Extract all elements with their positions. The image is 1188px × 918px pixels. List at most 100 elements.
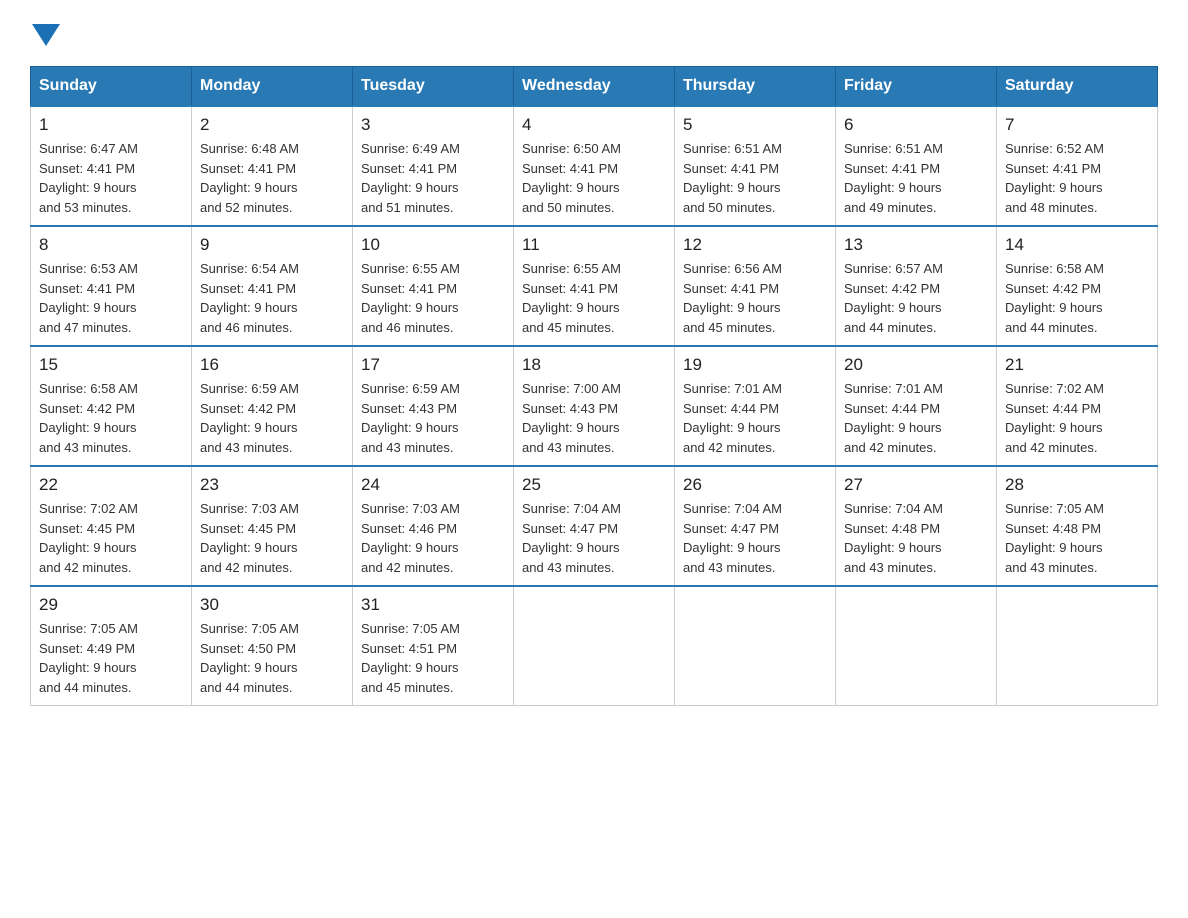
day-info: Sunrise: 7:05 AMSunset: 4:51 PMDaylight:… [361, 619, 505, 697]
day-number: 21 [1005, 355, 1149, 375]
calendar-cell: 10 Sunrise: 6:55 AMSunset: 4:41 PMDaylig… [353, 226, 514, 346]
day-number: 5 [683, 115, 827, 135]
day-info: Sunrise: 6:52 AMSunset: 4:41 PMDaylight:… [1005, 139, 1149, 217]
day-info: Sunrise: 6:56 AMSunset: 4:41 PMDaylight:… [683, 259, 827, 337]
header-cell-monday: Monday [192, 67, 353, 107]
day-info: Sunrise: 6:49 AMSunset: 4:41 PMDaylight:… [361, 139, 505, 217]
day-number: 13 [844, 235, 988, 255]
calendar-cell: 5 Sunrise: 6:51 AMSunset: 4:41 PMDayligh… [675, 106, 836, 226]
day-number: 17 [361, 355, 505, 375]
calendar-week-row: 15 Sunrise: 6:58 AMSunset: 4:42 PMDaylig… [31, 346, 1158, 466]
day-number: 14 [1005, 235, 1149, 255]
calendar-cell: 21 Sunrise: 7:02 AMSunset: 4:44 PMDaylig… [997, 346, 1158, 466]
calendar-cell: 18 Sunrise: 7:00 AMSunset: 4:43 PMDaylig… [514, 346, 675, 466]
day-info: Sunrise: 6:54 AMSunset: 4:41 PMDaylight:… [200, 259, 344, 337]
logo [30, 20, 60, 46]
header-cell-wednesday: Wednesday [514, 67, 675, 107]
day-info: Sunrise: 6:50 AMSunset: 4:41 PMDaylight:… [522, 139, 666, 217]
day-number: 1 [39, 115, 183, 135]
day-number: 2 [200, 115, 344, 135]
day-number: 18 [522, 355, 666, 375]
day-number: 10 [361, 235, 505, 255]
day-number: 23 [200, 475, 344, 495]
calendar-cell: 11 Sunrise: 6:55 AMSunset: 4:41 PMDaylig… [514, 226, 675, 346]
calendar-cell: 3 Sunrise: 6:49 AMSunset: 4:41 PMDayligh… [353, 106, 514, 226]
calendar-cell: 25 Sunrise: 7:04 AMSunset: 4:47 PMDaylig… [514, 466, 675, 586]
day-number: 26 [683, 475, 827, 495]
day-number: 29 [39, 595, 183, 615]
calendar-header: SundayMondayTuesdayWednesdayThursdayFrid… [31, 67, 1158, 107]
day-number: 15 [39, 355, 183, 375]
day-number: 3 [361, 115, 505, 135]
day-info: Sunrise: 6:58 AMSunset: 4:42 PMDaylight:… [39, 379, 183, 457]
calendar-cell [675, 586, 836, 706]
day-number: 31 [361, 595, 505, 615]
day-info: Sunrise: 6:58 AMSunset: 4:42 PMDaylight:… [1005, 259, 1149, 337]
calendar-cell: 31 Sunrise: 7:05 AMSunset: 4:51 PMDaylig… [353, 586, 514, 706]
day-number: 24 [361, 475, 505, 495]
calendar-cell: 22 Sunrise: 7:02 AMSunset: 4:45 PMDaylig… [31, 466, 192, 586]
day-number: 6 [844, 115, 988, 135]
day-info: Sunrise: 7:04 AMSunset: 4:47 PMDaylight:… [683, 499, 827, 577]
calendar-cell [997, 586, 1158, 706]
day-number: 9 [200, 235, 344, 255]
day-info: Sunrise: 7:05 AMSunset: 4:49 PMDaylight:… [39, 619, 183, 697]
calendar-cell: 29 Sunrise: 7:05 AMSunset: 4:49 PMDaylig… [31, 586, 192, 706]
header-cell-saturday: Saturday [997, 67, 1158, 107]
header-cell-friday: Friday [836, 67, 997, 107]
day-info: Sunrise: 6:55 AMSunset: 4:41 PMDaylight:… [522, 259, 666, 337]
calendar-cell: 30 Sunrise: 7:05 AMSunset: 4:50 PMDaylig… [192, 586, 353, 706]
day-number: 11 [522, 235, 666, 255]
day-info: Sunrise: 7:01 AMSunset: 4:44 PMDaylight:… [844, 379, 988, 457]
calendar-cell [836, 586, 997, 706]
day-info: Sunrise: 7:01 AMSunset: 4:44 PMDaylight:… [683, 379, 827, 457]
day-number: 12 [683, 235, 827, 255]
day-number: 28 [1005, 475, 1149, 495]
day-number: 30 [200, 595, 344, 615]
calendar-cell: 14 Sunrise: 6:58 AMSunset: 4:42 PMDaylig… [997, 226, 1158, 346]
header-cell-thursday: Thursday [675, 67, 836, 107]
day-info: Sunrise: 7:03 AMSunset: 4:46 PMDaylight:… [361, 499, 505, 577]
calendar-cell: 12 Sunrise: 6:56 AMSunset: 4:41 PMDaylig… [675, 226, 836, 346]
day-info: Sunrise: 7:04 AMSunset: 4:47 PMDaylight:… [522, 499, 666, 577]
calendar-cell: 27 Sunrise: 7:04 AMSunset: 4:48 PMDaylig… [836, 466, 997, 586]
day-number: 7 [1005, 115, 1149, 135]
calendar-cell: 13 Sunrise: 6:57 AMSunset: 4:42 PMDaylig… [836, 226, 997, 346]
logo-triangle-icon [32, 24, 60, 46]
calendar-cell: 16 Sunrise: 6:59 AMSunset: 4:42 PMDaylig… [192, 346, 353, 466]
day-info: Sunrise: 7:04 AMSunset: 4:48 PMDaylight:… [844, 499, 988, 577]
calendar-body: 1 Sunrise: 6:47 AMSunset: 4:41 PMDayligh… [31, 106, 1158, 706]
day-number: 25 [522, 475, 666, 495]
day-info: Sunrise: 6:53 AMSunset: 4:41 PMDaylight:… [39, 259, 183, 337]
calendar-cell: 1 Sunrise: 6:47 AMSunset: 4:41 PMDayligh… [31, 106, 192, 226]
calendar-cell: 26 Sunrise: 7:04 AMSunset: 4:47 PMDaylig… [675, 466, 836, 586]
calendar-cell: 23 Sunrise: 7:03 AMSunset: 4:45 PMDaylig… [192, 466, 353, 586]
calendar-cell: 4 Sunrise: 6:50 AMSunset: 4:41 PMDayligh… [514, 106, 675, 226]
calendar-cell [514, 586, 675, 706]
day-info: Sunrise: 7:05 AMSunset: 4:48 PMDaylight:… [1005, 499, 1149, 577]
day-info: Sunrise: 6:51 AMSunset: 4:41 PMDaylight:… [844, 139, 988, 217]
page-header [30, 20, 1158, 46]
day-number: 22 [39, 475, 183, 495]
calendar-week-row: 29 Sunrise: 7:05 AMSunset: 4:49 PMDaylig… [31, 586, 1158, 706]
day-number: 8 [39, 235, 183, 255]
calendar-cell: 17 Sunrise: 6:59 AMSunset: 4:43 PMDaylig… [353, 346, 514, 466]
day-info: Sunrise: 6:57 AMSunset: 4:42 PMDaylight:… [844, 259, 988, 337]
day-number: 19 [683, 355, 827, 375]
calendar-cell: 24 Sunrise: 7:03 AMSunset: 4:46 PMDaylig… [353, 466, 514, 586]
day-info: Sunrise: 6:55 AMSunset: 4:41 PMDaylight:… [361, 259, 505, 337]
calendar-cell: 19 Sunrise: 7:01 AMSunset: 4:44 PMDaylig… [675, 346, 836, 466]
calendar-week-row: 1 Sunrise: 6:47 AMSunset: 4:41 PMDayligh… [31, 106, 1158, 226]
day-info: Sunrise: 7:03 AMSunset: 4:45 PMDaylight:… [200, 499, 344, 577]
header-cell-sunday: Sunday [31, 67, 192, 107]
calendar-week-row: 8 Sunrise: 6:53 AMSunset: 4:41 PMDayligh… [31, 226, 1158, 346]
day-info: Sunrise: 6:47 AMSunset: 4:41 PMDaylight:… [39, 139, 183, 217]
day-info: Sunrise: 7:05 AMSunset: 4:50 PMDaylight:… [200, 619, 344, 697]
calendar-cell: 7 Sunrise: 6:52 AMSunset: 4:41 PMDayligh… [997, 106, 1158, 226]
calendar-cell: 6 Sunrise: 6:51 AMSunset: 4:41 PMDayligh… [836, 106, 997, 226]
day-number: 27 [844, 475, 988, 495]
header-row: SundayMondayTuesdayWednesdayThursdayFrid… [31, 67, 1158, 107]
calendar-table: SundayMondayTuesdayWednesdayThursdayFrid… [30, 66, 1158, 706]
day-info: Sunrise: 7:00 AMSunset: 4:43 PMDaylight:… [522, 379, 666, 457]
calendar-cell: 28 Sunrise: 7:05 AMSunset: 4:48 PMDaylig… [997, 466, 1158, 586]
